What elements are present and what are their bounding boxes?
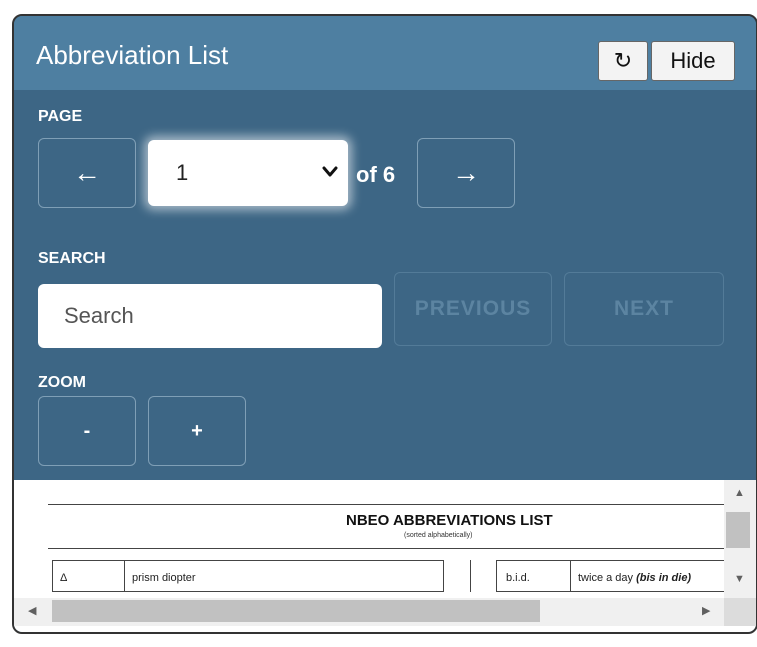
search-previous-button[interactable]: PREVIOUS (394, 272, 552, 346)
scrollbar-corner (724, 598, 756, 626)
abbr-cell-2: b.i.d. (506, 572, 530, 584)
panel-titlebar: Abbreviation List ↻ Hide (14, 16, 756, 90)
abbr-cell: Δ (60, 572, 68, 584)
refresh-button[interactable]: ↻ (598, 41, 648, 81)
cell-divider-right (570, 560, 571, 592)
scroll-right-icon[interactable]: ▶ (702, 606, 710, 617)
scroll-up-icon[interactable]: ▲ (734, 488, 745, 499)
column-gap-line (470, 560, 471, 592)
document-title: NBEO ABBREVIATIONS LIST (346, 512, 553, 529)
arrow-left-icon: ← (73, 157, 101, 188)
zoom-in-button[interactable]: + (148, 396, 246, 466)
refresh-icon: ↻ (613, 48, 633, 73)
scroll-down-icon[interactable]: ▼ (734, 574, 745, 585)
zoom-label: ZOOM (38, 374, 86, 391)
page-select[interactable]: 1 (148, 140, 348, 206)
arrow-right-icon: → (452, 157, 480, 188)
meaning-cell: prism diopter (132, 572, 196, 584)
document-page: NBEO ABBREVIATIONS LIST (sorted alphabet… (14, 480, 724, 598)
scroll-left-icon[interactable]: ◀ (28, 606, 36, 617)
search-label: SEARCH (38, 250, 106, 267)
cell-divider (124, 560, 125, 592)
panel-title: Abbreviation List (36, 40, 229, 70)
horizontal-scroll-thumb[interactable] (52, 600, 540, 622)
meaning-text-2: twice a day (578, 572, 634, 584)
page-count: of 6 (356, 162, 396, 187)
document-viewer[interactable]: NBEO ABBREVIATIONS LIST (sorted alphabet… (14, 480, 756, 632)
next-page-button[interactable]: → (417, 138, 515, 208)
meaning-note-2: (bis in die) (636, 572, 692, 584)
page-label: PAGE (38, 108, 83, 125)
zoom-out-button[interactable]: - (38, 396, 136, 466)
header-rule-top (48, 504, 724, 505)
search-next-button[interactable]: NEXT (564, 272, 724, 346)
search-input[interactable] (38, 284, 382, 348)
vertical-scroll-thumb[interactable] (726, 512, 750, 548)
hide-button[interactable]: Hide (651, 41, 735, 81)
abbreviation-list-panel: Abbreviation List ↻ Hide PAGE ← 1 of 6 →… (12, 14, 757, 634)
prev-page-button[interactable]: ← (38, 138, 136, 208)
header-rule-bottom (48, 548, 724, 549)
meaning-cell-2: twice a day (bis in die) (578, 572, 691, 584)
table-cell-left (52, 560, 444, 592)
page-select-value: 1 (176, 160, 189, 185)
chevron-down-icon (322, 166, 338, 177)
document-subtitle: (sorted alphabetically) (404, 532, 473, 539)
